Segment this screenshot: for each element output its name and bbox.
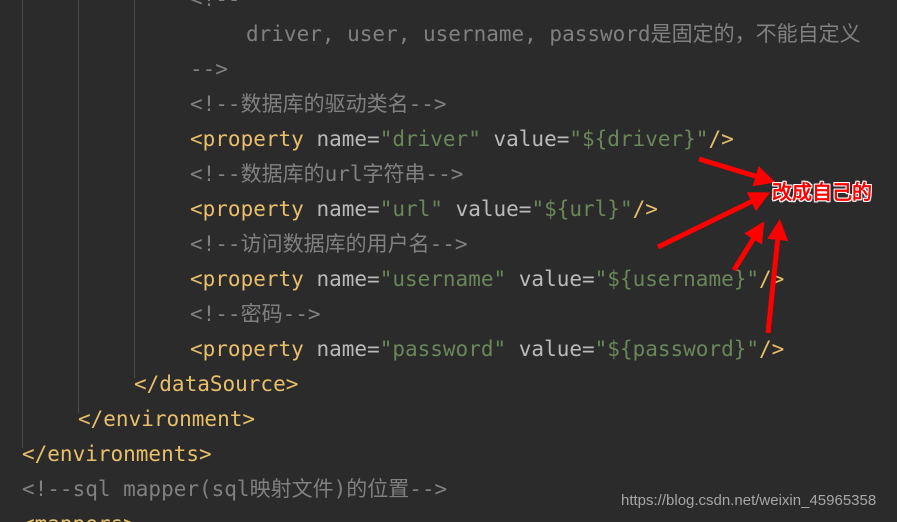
- code-token-comment: 数据库的驱动类名: [240, 92, 409, 116]
- line-comment-driver[interactable]: <!--数据库的驱动类名-->: [0, 87, 447, 122]
- line-mappers-open[interactable]: <mappers>: [0, 507, 136, 522]
- code-token-comment: <!--: [190, 302, 241, 326]
- code-token-comment: <!--: [190, 162, 241, 186]
- code-token-attr: name: [316, 197, 368, 221]
- code-editor-screenshot: <!-- driver, user, username, password是固定的…: [0, 0, 897, 522]
- code-token-tag: </dataSource>: [134, 372, 299, 396]
- code-token-comment: <!--: [190, 0, 241, 11]
- code-token-string: "url": [379, 197, 443, 221]
- code-token-attr: value: [493, 127, 557, 151]
- code-token-tag: <property: [190, 127, 304, 151]
- code-token-attr: name: [316, 127, 368, 151]
- code-token-tag: />: [759, 267, 785, 291]
- code-token-comment: 密码: [240, 302, 283, 326]
- line-property-username[interactable]: <property name="username" value="${usern…: [0, 262, 784, 297]
- line-property-url[interactable]: <property name="url" value="${url}"/>: [0, 192, 658, 227]
- code-token-string: "${username}": [594, 267, 760, 291]
- code-token-string: "${url}": [531, 197, 633, 221]
- code-token-tag: <property: [190, 337, 304, 361]
- code-token-comment: -->: [408, 92, 447, 116]
- line-close-environment[interactable]: </environment>: [0, 402, 255, 437]
- code-token-eq: =: [556, 127, 570, 151]
- code-token-attr: name: [316, 267, 368, 291]
- code-token-eq: =: [367, 337, 380, 361]
- code-token-tag: </environments>: [22, 442, 212, 466]
- line-close-environments[interactable]: </environments>: [0, 437, 212, 472]
- code-token-attr: value: [455, 197, 519, 221]
- code-token-tag: <mappers>: [22, 512, 136, 522]
- code-token-comment: 字符串: [362, 162, 426, 186]
- code-token-eq: =: [582, 337, 595, 361]
- code-token-string: "password": [379, 337, 507, 361]
- code-token-string: "${driver}": [569, 127, 709, 151]
- line-property-driver[interactable]: <property name="driver" value="${driver}…: [0, 122, 734, 157]
- code-token-comment: -->: [282, 302, 321, 326]
- code-token-tag: />: [759, 337, 785, 361]
- code-token-comment: -->: [190, 57, 228, 81]
- line-comment-username[interactable]: <!--访问数据库的用户名-->: [0, 227, 468, 262]
- code-token-comment: <!--: [190, 92, 241, 116]
- code-token-comment: <!--sql mapper(sql: [22, 477, 250, 501]
- code-token-comment: -->: [425, 162, 464, 186]
- code-token-string: "driver": [379, 127, 481, 151]
- code-token-comment: 映射文件: [249, 477, 334, 501]
- line-comment-close[interactable]: -->: [0, 52, 228, 87]
- line-comment-url[interactable]: <!--数据库的url字符串-->: [0, 157, 463, 192]
- line-close-datasource[interactable]: </dataSource>: [0, 367, 298, 402]
- watermark-url: https://blog.csdn.net/weixin_45965358: [621, 492, 877, 509]
- code-token-tag: />: [632, 197, 658, 221]
- code-token-attr: value: [518, 337, 582, 361]
- line-comment-password[interactable]: <!--密码-->: [0, 297, 321, 332]
- code-token-tag: </environment>: [78, 407, 256, 431]
- code-token-comment: 访问数据库的用户名: [240, 232, 430, 256]
- code-token-string: "${password}": [594, 337, 760, 361]
- code-token-attr: name: [316, 337, 368, 361]
- line-comment-open[interactable]: <!--: [0, 0, 241, 17]
- arrow-to-url: [656, 192, 771, 250]
- code-token-tag: />: [708, 127, 734, 151]
- code-token-string: "username": [379, 267, 507, 291]
- code-token-comment: 的位置: [346, 477, 410, 501]
- code-token-comment: driver, user, username, password: [246, 22, 651, 46]
- line-comment-body[interactable]: driver, user, username, password是固定的，不能自…: [0, 17, 861, 52]
- code-token-comment: 是固定的，不能自定义: [650, 22, 861, 46]
- code-token-attr: value: [518, 267, 582, 291]
- code-token-tag: <property: [190, 267, 304, 291]
- code-token-comment: -->: [409, 477, 448, 501]
- line-comment-mapper[interactable]: <!--sql mapper(sql映射文件)的位置-->: [0, 472, 447, 507]
- code-token-eq: =: [518, 197, 532, 221]
- code-token-eq: =: [367, 267, 380, 291]
- code-token-tag: <property: [190, 197, 304, 221]
- code-token-eq: =: [367, 127, 380, 151]
- code-token-eq: =: [367, 197, 380, 221]
- line-property-password[interactable]: <property name="password" value="${passw…: [0, 332, 784, 367]
- code-token-comment: url: [324, 162, 363, 186]
- code-token-eq: =: [582, 267, 595, 291]
- code-token-comment: <!--: [190, 232, 241, 256]
- annotation-label-change-to-your-own: 改成自己的: [772, 180, 872, 204]
- code-token-comment: 数据库的: [240, 162, 325, 186]
- code-token-comment: ): [333, 477, 347, 501]
- arrow-to-driver: [698, 156, 776, 187]
- code-token-comment: -->: [429, 232, 468, 256]
